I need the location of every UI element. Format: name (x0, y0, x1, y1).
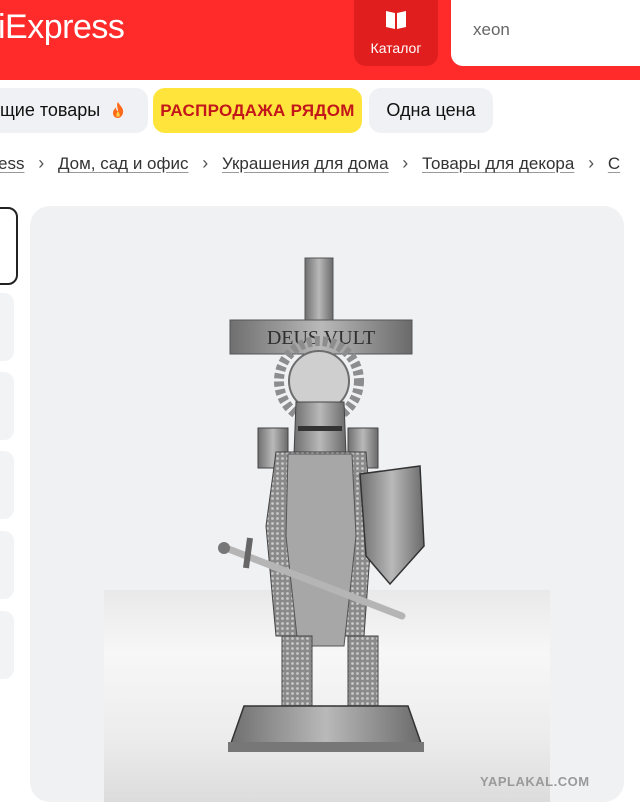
breadcrumb-item[interactable]: Украшения для дома (222, 154, 389, 173)
breadcrumb: ess › Дом, сад и офис › Украшения для до… (0, 153, 620, 174)
breadcrumb-item[interactable]: ess (0, 154, 24, 173)
breadcrumb-item[interactable]: Дом, сад и офис (58, 154, 189, 173)
thumbnail-selected[interactable] (0, 207, 18, 285)
chip-popular-goods[interactable]: щие товары (0, 88, 148, 133)
thumbnail[interactable] (0, 372, 14, 440)
catalog-label: Каталог (370, 40, 422, 56)
chip-one-price[interactable]: Одна цена (369, 88, 493, 133)
thumbnail[interactable] (0, 451, 14, 519)
cross-engraving: DEUS VULT (267, 327, 375, 349)
search-value: xeon (473, 20, 510, 39)
chevron-right-icon: › (588, 153, 595, 173)
watermark: YAPLAKAL.COM (480, 774, 590, 789)
chip-sale-nearby[interactable]: РАСПРОДАЖА РЯДОМ (153, 88, 362, 133)
breadcrumb-item[interactable]: С (608, 154, 620, 173)
product-main-image[interactable]: DEUS VULT (30, 206, 624, 802)
breadcrumb-item[interactable]: Товары для декора (422, 154, 574, 173)
thumbnail[interactable] (0, 531, 14, 599)
top-header: iExpress Каталог xeon (0, 0, 640, 80)
search-input[interactable]: xeon (451, 0, 640, 66)
chip-label: щие товары (0, 100, 101, 120)
chevron-right-icon: › (202, 153, 209, 173)
chevron-right-icon: › (402, 153, 409, 173)
chevron-right-icon: › (38, 153, 45, 173)
site-logo[interactable]: iExpress (0, 8, 125, 47)
book-icon (386, 11, 406, 29)
knight-figurine-image: DEUS VULT (218, 257, 425, 752)
thumbnail[interactable] (0, 293, 14, 361)
thumbnail[interactable] (0, 611, 14, 679)
catalog-button[interactable]: Каталог (354, 0, 438, 66)
fire-icon (113, 102, 124, 118)
